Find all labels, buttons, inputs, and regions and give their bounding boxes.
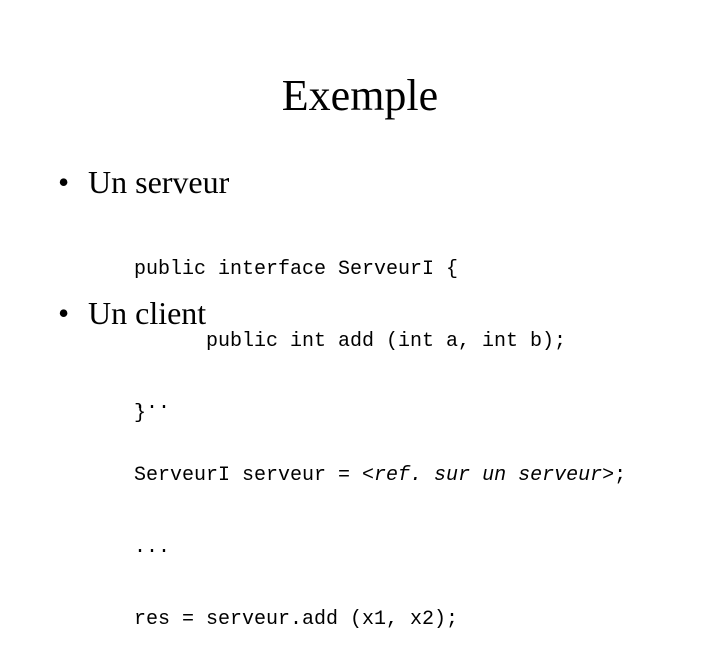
slide-title: Exemple — [281, 71, 439, 120]
bullet-label: Un client — [88, 295, 207, 331]
reference-placeholder: <ref. sur un serveur> — [362, 464, 615, 487]
client-code-block: ... ServeurI serveur = <ref. sur un serv… — [134, 344, 626, 656]
bullet-label: Un serveur — [88, 164, 230, 200]
code-line: ServeurI serveur = <ref. sur un serveur>… — [134, 464, 626, 488]
code-line-suffix: ; — [614, 464, 627, 487]
code-line: res = serveur.add (x1, x2); — [134, 608, 459, 631]
code-line: ... — [134, 392, 171, 415]
code-line: public interface ServeurI { — [134, 258, 459, 281]
code-line-text: ServeurI serveur = — [134, 464, 363, 487]
bullet-un-serveur: • Un serveur — [58, 164, 229, 200]
bullet-un-client: • Un client — [58, 295, 206, 331]
bullet-icon: • — [58, 295, 70, 331]
bullet-icon: • — [58, 164, 70, 200]
